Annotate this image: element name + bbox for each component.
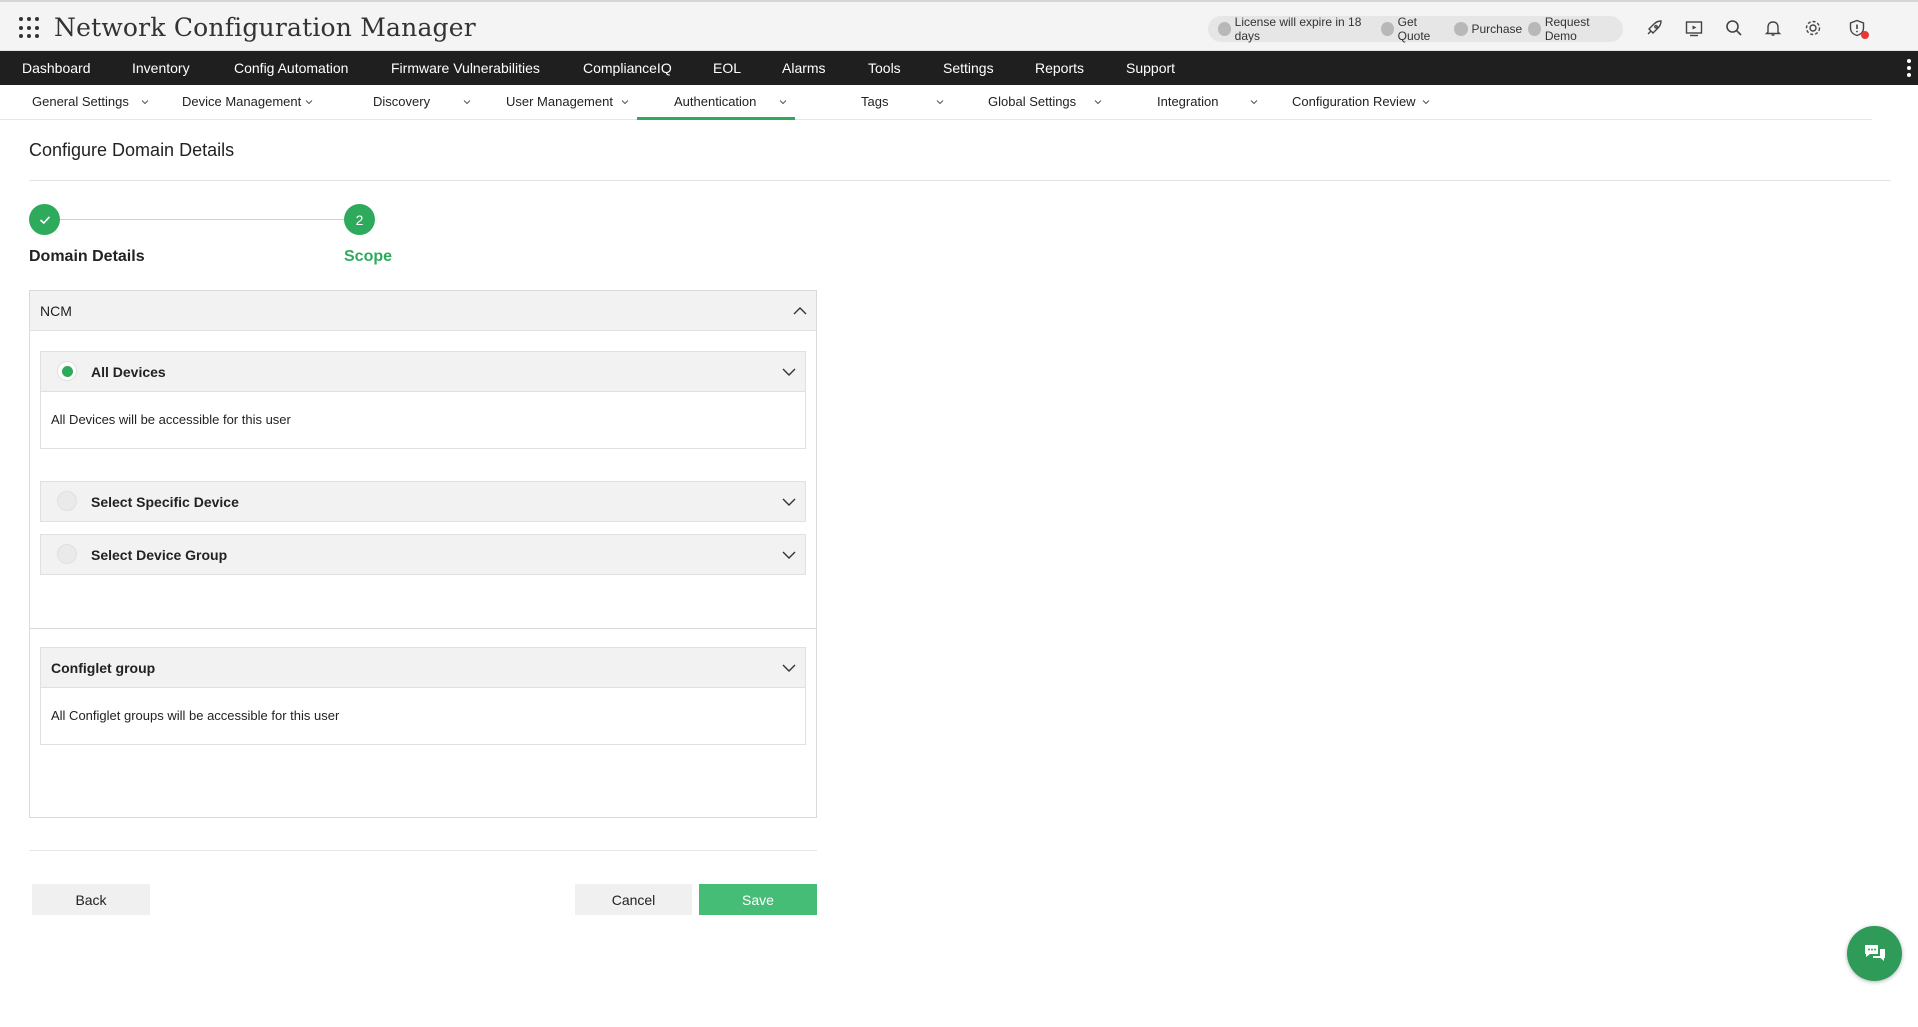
request-demo-link[interactable]: Request Demo: [1528, 15, 1617, 43]
more-menu-icon[interactable]: [1907, 59, 1911, 77]
nav-eol[interactable]: EOL: [713, 60, 741, 76]
cart-icon: [1453, 22, 1468, 36]
subnav-general-settings[interactable]: General Settings: [32, 94, 129, 109]
configlet-group-body: All Configlet groups will be accessible …: [40, 688, 806, 745]
request-demo-label: Request Demo: [1544, 15, 1590, 43]
step-2-current: 2: [344, 204, 375, 235]
chevron-down-icon: [1250, 100, 1258, 105]
alert-badge: [1861, 31, 1869, 39]
check-icon: [39, 215, 50, 224]
demo-icon: [1528, 22, 1541, 36]
nav-settings[interactable]: Settings: [943, 60, 994, 76]
license-icon: [1218, 22, 1231, 36]
main-nav: Dashboard Inventory Config Automation Fi…: [0, 51, 1918, 85]
subnav-discovery[interactable]: Discovery: [373, 94, 430, 109]
search-icon[interactable]: [1723, 17, 1745, 39]
subnav-configuration-review[interactable]: Configuration Review: [1292, 94, 1416, 109]
device-group-label: Select Device Group: [91, 547, 228, 563]
quote-icon: [1381, 22, 1394, 36]
alert-shield-icon[interactable]: [1846, 17, 1869, 39]
purchase-link[interactable]: Purchase: [1453, 22, 1523, 36]
chevron-down-icon[interactable]: [781, 547, 797, 563]
nav-dashboard[interactable]: Dashboard: [22, 60, 91, 76]
divider: [29, 180, 1891, 181]
page-title: Configure Domain Details: [29, 140, 235, 160]
all-devices-option[interactable]: All Devices: [40, 351, 806, 392]
subnav-integration[interactable]: Integration: [1157, 94, 1218, 109]
divider: [29, 850, 817, 851]
nav-reports[interactable]: Reports: [1035, 60, 1084, 76]
scope-panel: NCM All Devices All Devices will be acce…: [29, 290, 817, 818]
all-devices-label: All Devices: [91, 364, 166, 380]
configlet-group-header[interactable]: Configlet group: [40, 647, 806, 688]
subnav-authentication[interactable]: Authentication: [674, 94, 756, 109]
nav-complianceiq[interactable]: ComplianceIQ: [583, 60, 672, 76]
nav-alarms[interactable]: Alarms: [782, 60, 826, 76]
chevron-down-icon[interactable]: [781, 494, 797, 510]
gear-icon[interactable]: [1802, 17, 1824, 39]
specific-device-label: Select Specific Device: [91, 494, 239, 510]
video-icon[interactable]: [1683, 17, 1705, 39]
chevron-down-icon: [1094, 100, 1102, 105]
nav-config-automation[interactable]: Config Automation: [234, 60, 348, 76]
chevron-down-icon[interactable]: [781, 660, 797, 676]
chevron-down-icon[interactable]: [781, 364, 797, 380]
chevron-down-icon: [141, 100, 149, 105]
app-header: Network Configuration Manager License wi…: [0, 0, 1918, 51]
chat-button[interactable]: [1847, 926, 1902, 981]
bell-icon[interactable]: [1762, 17, 1784, 39]
chevron-down-icon: [779, 100, 787, 105]
sub-nav: General Settings Device Management Disco…: [0, 85, 1872, 120]
chevron-down-icon: [1422, 100, 1430, 105]
subnav-user-management[interactable]: User Management: [506, 94, 613, 109]
app-title: Network Configuration Manager: [54, 13, 476, 42]
all-devices-body: All Devices will be accessible for this …: [40, 392, 806, 449]
configlet-group-label: Configlet group: [51, 660, 156, 676]
step-1-complete[interactable]: [29, 204, 60, 235]
nav-inventory[interactable]: Inventory: [132, 60, 190, 76]
cancel-button[interactable]: Cancel: [575, 884, 692, 915]
stepper-line: [57, 219, 347, 220]
purchase-label: Purchase: [1471, 22, 1523, 36]
rocket-icon[interactable]: [1643, 17, 1665, 39]
save-button[interactable]: Save: [699, 884, 817, 915]
get-quote-link[interactable]: Get Quote: [1381, 15, 1447, 43]
active-tab-indicator: [637, 117, 795, 120]
license-text: License will expire in 18 days: [1234, 15, 1362, 43]
device-group-radio[interactable]: [57, 544, 77, 564]
nav-firmware-vulnerabilities[interactable]: Firmware Vulnerabilities: [391, 60, 540, 76]
ncm-section-header[interactable]: NCM: [30, 291, 816, 331]
get-quote-label: Get Quote: [1397, 15, 1431, 43]
subnav-device-management[interactable]: Device Management: [182, 94, 301, 109]
specific-device-radio[interactable]: [57, 491, 77, 511]
chevron-down-icon: [621, 100, 629, 105]
all-devices-radio[interactable]: [57, 361, 77, 381]
chevron-down-icon: [305, 100, 313, 105]
back-button[interactable]: Back: [32, 884, 150, 915]
all-devices-description: All Devices will be accessible for this …: [51, 412, 291, 427]
nav-support[interactable]: Support: [1126, 60, 1175, 76]
divider: [30, 628, 816, 629]
chevron-up-icon[interactable]: [792, 303, 808, 319]
license-bar: License will expire in 18 days Get Quote…: [1208, 15, 1623, 43]
subnav-tags[interactable]: Tags: [861, 94, 888, 109]
subnav-global-settings[interactable]: Global Settings: [988, 94, 1076, 109]
step-2-label: Scope: [344, 248, 393, 265]
step-1-label[interactable]: Domain Details: [29, 248, 145, 266]
device-group-option[interactable]: Select Device Group: [40, 534, 806, 575]
app-grid-icon[interactable]: [19, 17, 41, 39]
nav-tools[interactable]: Tools: [868, 60, 901, 76]
configlet-group-description: All Configlet groups will be accessible …: [51, 708, 340, 723]
license-info[interactable]: License will expire in 18 days: [1218, 15, 1375, 43]
chevron-down-icon: [463, 100, 471, 105]
specific-device-option[interactable]: Select Specific Device: [40, 481, 806, 522]
chevron-down-icon: [936, 100, 944, 105]
ncm-label: NCM: [40, 303, 72, 319]
chat-icon: [1864, 944, 1885, 961]
